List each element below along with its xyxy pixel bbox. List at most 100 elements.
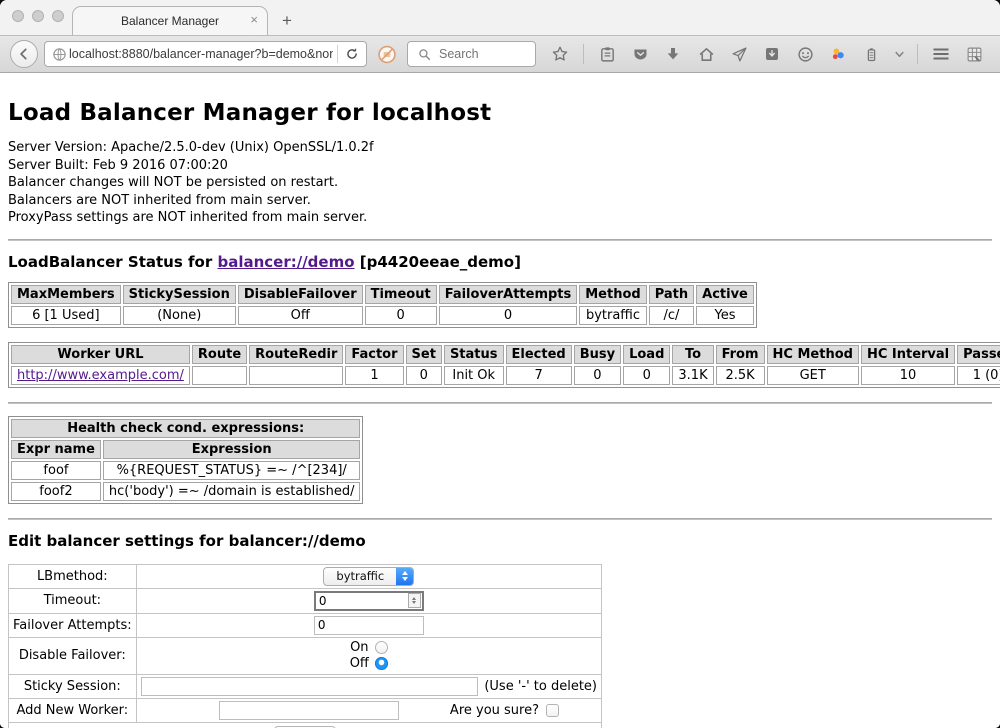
nav-toolbar xyxy=(0,36,1000,73)
col-disablefailover: DisableFailover xyxy=(238,285,363,304)
toolbar-divider xyxy=(917,44,918,64)
toolbar-divider xyxy=(583,44,584,64)
server-info: Server Version: Apache/2.5.0-dev (Unix) … xyxy=(8,139,992,227)
section-divider xyxy=(8,402,992,404)
col-load: Load xyxy=(623,345,670,364)
lbmethod-selected-value: bytraffic xyxy=(324,569,396,583)
titlebar: Balancer Manager × + xyxy=(0,0,1000,36)
worker-url-link[interactable]: http://www.example.com/ xyxy=(17,368,184,383)
form-row-disable-failover: Disable Failover: On Off xyxy=(9,637,602,674)
section-divider xyxy=(8,518,992,520)
col-status: Status xyxy=(444,345,504,364)
save-page-icon[interactable] xyxy=(762,44,782,64)
col-path: Path xyxy=(649,285,694,304)
close-window-button[interactable] xyxy=(12,10,24,22)
col-failoverattempts: FailoverAttempts xyxy=(439,285,578,304)
disable-failover-on-radio[interactable] xyxy=(375,641,388,654)
plugin-blocked-icon[interactable] xyxy=(377,44,397,64)
col-routeredir: RouteRedir xyxy=(249,345,343,364)
col-busy: Busy xyxy=(574,345,621,364)
cell-from: 2.5K xyxy=(716,366,765,385)
failover-attempts-label: Failover Attempts: xyxy=(9,613,137,637)
edit-balancer-heading: Edit balancer settings for balancer://de… xyxy=(8,532,992,550)
window-controls xyxy=(12,10,64,22)
col-to: To xyxy=(672,345,713,364)
home-icon[interactable] xyxy=(696,44,716,64)
tab-grid-extension-icon[interactable] xyxy=(964,44,984,64)
tab-close-icon[interactable]: × xyxy=(250,13,258,26)
form-row-sticky-session: Sticky Session: (Use '-' to delete) xyxy=(9,674,602,698)
col-worker-url: Worker URL xyxy=(11,345,190,364)
health-check-table: Health check cond. expressions: Expr nam… xyxy=(8,416,363,504)
persist-notice-line: Balancer changes will NOT be persisted o… xyxy=(8,174,992,192)
cell-hc-method: GET xyxy=(767,366,859,385)
tab-balancer-manager[interactable]: Balancer Manager × xyxy=(72,6,268,35)
search-bar[interactable] xyxy=(407,41,536,67)
server-version-line: Server Version: Apache/2.5.0-dev (Unix) … xyxy=(8,139,992,157)
bookmark-star-icon[interactable] xyxy=(550,44,570,64)
cell-factor: 1 xyxy=(345,366,403,385)
tab-title: Balancer Manager xyxy=(121,14,219,28)
search-input[interactable] xyxy=(439,47,529,61)
col-passes: Passes xyxy=(957,345,1000,364)
col-expression: Expression xyxy=(103,440,361,459)
cell-path: /c/ xyxy=(649,306,694,325)
pocket-icon[interactable] xyxy=(630,44,650,64)
timeout-label: Timeout: xyxy=(9,588,137,613)
loadbalancer-status-heading: LoadBalancer Status for balancer://demo … xyxy=(8,253,992,271)
col-from: From xyxy=(716,345,765,364)
worker-table: Worker URL Route RouteRedir Factor Set S… xyxy=(8,342,1000,388)
lbmethod-label: LBmethod: xyxy=(9,564,137,588)
cell-set: 0 xyxy=(406,366,442,385)
feedback-smiley-icon[interactable] xyxy=(795,44,815,64)
balancer-demo-link[interactable]: balancer://demo xyxy=(217,253,354,271)
edit-balancer-form: LBmethod: bytraffic Timeout: xyxy=(8,564,602,728)
form-row-lbmethod: LBmethod: bytraffic xyxy=(9,564,602,588)
zoom-window-button[interactable] xyxy=(52,10,64,22)
cell-passes: 1 (0) xyxy=(957,366,1000,385)
reload-icon[interactable] xyxy=(342,44,362,64)
overflow-caret-icon[interactable] xyxy=(894,44,904,64)
table-row: foof2 hc('body') =~ /domain is establish… xyxy=(11,482,360,501)
new-tab-button[interactable]: + xyxy=(282,11,292,31)
downloads-icon[interactable] xyxy=(663,44,683,64)
cell-route xyxy=(192,366,247,385)
menu-hamburger-icon[interactable] xyxy=(931,44,951,64)
col-set: Set xyxy=(406,345,442,364)
col-factor: Factor xyxy=(345,345,403,364)
urlbar[interactable] xyxy=(44,41,367,67)
bookmarks-clipboard-icon[interactable] xyxy=(597,44,617,64)
sticky-session-input[interactable] xyxy=(141,677,479,696)
col-maxmembers: MaxMembers xyxy=(11,285,121,304)
col-route: Route xyxy=(192,345,247,364)
colored-dots-extension-icon[interactable] xyxy=(828,44,848,64)
disable-failover-off-radio[interactable] xyxy=(375,657,388,670)
balancer-status-table: MaxMembers StickySession DisableFailover… xyxy=(8,282,757,328)
page-title: Load Balancer Manager for localhost xyxy=(8,100,992,126)
cell-busy: 0 xyxy=(574,366,621,385)
minimize-window-button[interactable] xyxy=(32,10,44,22)
send-to-device-icon[interactable] xyxy=(729,44,749,64)
sticky-session-label: Sticky Session: xyxy=(9,674,137,698)
failover-attempts-input[interactable] xyxy=(314,616,424,635)
globe-icon xyxy=(49,44,69,64)
cell-maxmembers: 6 [1 Used] xyxy=(11,306,121,325)
col-hc-method: HC Method xyxy=(767,345,859,364)
cell-disablefailover: Off xyxy=(238,306,363,325)
add-worker-input[interactable] xyxy=(219,701,399,720)
toolbar-icons xyxy=(550,44,990,64)
number-spinner-icon[interactable] xyxy=(408,593,421,608)
battery-extension-icon[interactable] xyxy=(861,44,881,64)
col-stickysession: StickySession xyxy=(123,285,236,304)
urlbar-divider xyxy=(337,45,338,63)
server-built-line: Server Built: Feb 9 2016 07:00:20 xyxy=(8,157,992,175)
lbmethod-select[interactable]: bytraffic xyxy=(323,567,414,586)
back-button[interactable] xyxy=(10,40,38,68)
cell-worker-url: http://www.example.com/ xyxy=(11,366,190,385)
table-row: foof %{REQUEST_STATUS} =~ /^[234]/ xyxy=(11,461,360,480)
section-divider xyxy=(8,239,992,241)
are-you-sure-checkbox[interactable] xyxy=(546,704,559,717)
url-input[interactable] xyxy=(69,47,333,61)
cell-elected: 7 xyxy=(506,366,572,385)
col-hc-interval: HC Interval xyxy=(861,345,955,364)
